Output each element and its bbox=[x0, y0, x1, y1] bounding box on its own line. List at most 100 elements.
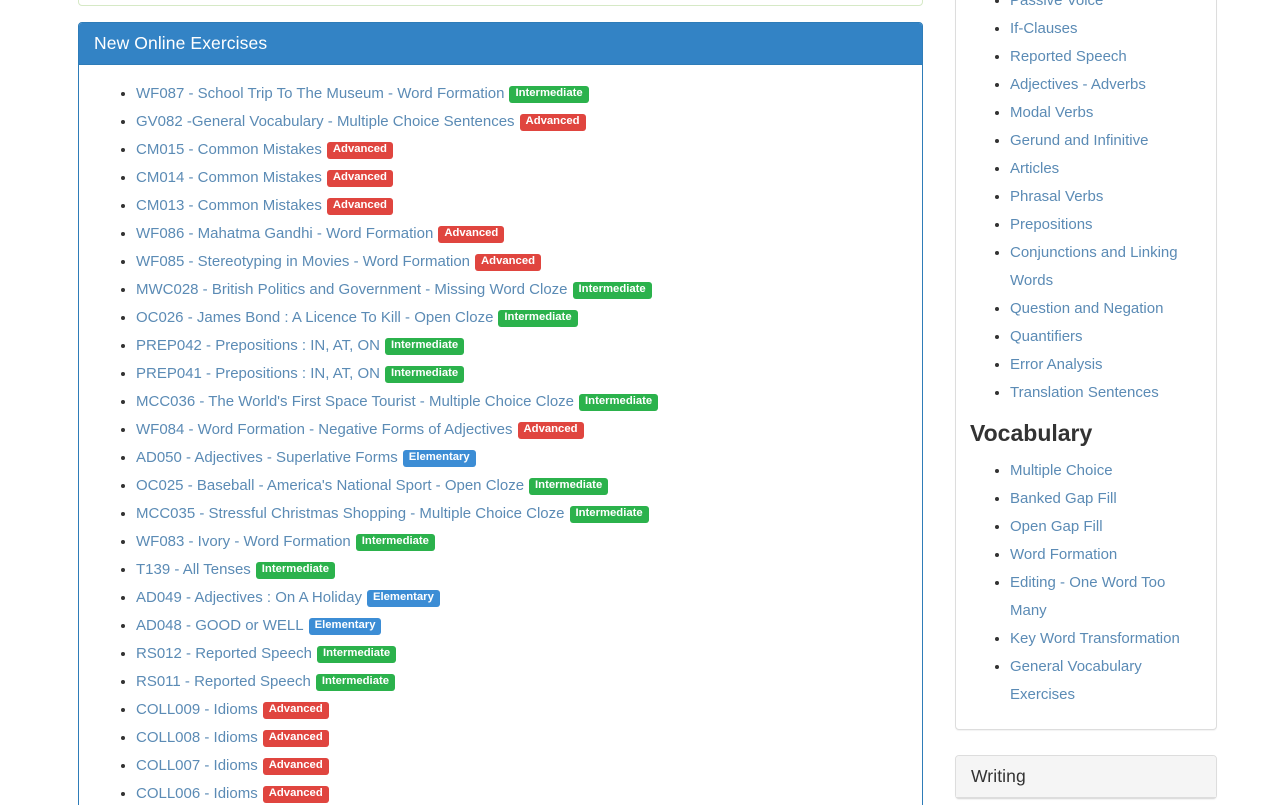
level-badge: Elementary bbox=[309, 618, 382, 634]
sidebar-item-phrasal-verbs[interactable]: Phrasal Verbs bbox=[1010, 188, 1103, 205]
exercise-link[interactable]: AD049 - Adjectives : On A Holiday bbox=[136, 589, 362, 606]
sidebar-item-error-analysis[interactable]: Error Analysis bbox=[1010, 356, 1103, 373]
sidebar-list-item: Conjunctions and Linking Words bbox=[1010, 239, 1202, 295]
exercise-link[interactable]: MCC036 - The World's First Space Tourist… bbox=[136, 393, 574, 410]
main-content-column: New Online Exercises WF087 - School Trip… bbox=[78, 22, 923, 805]
sidebar-item-key-word-transformation[interactable]: Key Word Transformation bbox=[1010, 630, 1180, 647]
exercise-list-item: CM013 - Common MistakesAdvanced bbox=[136, 192, 907, 220]
sidebar-item-gerund-and-infinitive[interactable]: Gerund and Infinitive bbox=[1010, 132, 1148, 149]
exercise-link[interactable]: WF084 - Word Formation - Negative Forms … bbox=[136, 421, 513, 438]
sidebar-list-item: General Vocabulary Exercises bbox=[1010, 653, 1202, 709]
level-badge: Advanced bbox=[263, 786, 329, 802]
exercise-list-item: COLL009 - Idioms Advanced bbox=[136, 696, 907, 724]
level-badge: Intermediate bbox=[573, 282, 652, 298]
level-badge: Advanced bbox=[263, 702, 329, 718]
exercise-link[interactable]: AD048 - GOOD or WELL bbox=[136, 617, 304, 634]
exercise-link[interactable]: MCC035 - Stressful Christmas Shopping - … bbox=[136, 505, 565, 522]
sidebar-item-quantifiers[interactable]: Quantifiers bbox=[1010, 328, 1083, 345]
exercise-link[interactable]: CM015 - Common Mistakes bbox=[136, 141, 322, 158]
exercise-list-item: AD049 - Adjectives : On A Holiday Element… bbox=[136, 584, 907, 612]
exercise-link[interactable]: COLL008 - Idioms bbox=[136, 729, 258, 746]
sidebar-body: Grammar TensesPassive VoiceIf-ClausesRep… bbox=[956, 0, 1216, 729]
exercise-list-item: AD048 - GOOD or WELL Elementary bbox=[136, 612, 907, 640]
sidebar-list-item: Phrasal Verbs bbox=[1010, 183, 1202, 211]
sidebar-item-passive-voice[interactable]: Passive Voice bbox=[1010, 0, 1103, 9]
exercise-list-item: RS012 - Reported Speech Intermediate bbox=[136, 640, 907, 668]
exercise-link[interactable]: MWC028 - British Politics and Government… bbox=[136, 281, 568, 298]
sidebar-item-conjunctions-and-linking-words[interactable]: Conjunctions and Linking Words bbox=[1010, 244, 1178, 289]
level-badge: Intermediate bbox=[498, 310, 577, 326]
exercise-link[interactable]: WF087 - School Trip To The Museum - Word… bbox=[136, 85, 504, 102]
level-badge: Advanced bbox=[327, 142, 393, 158]
exercise-link[interactable]: COLL009 - Idioms bbox=[136, 701, 258, 718]
new-online-exercises-panel: New Online Exercises WF087 - School Trip… bbox=[78, 22, 923, 805]
level-badge: Elementary bbox=[403, 450, 476, 466]
sidebar-list-grammar: TensesPassive VoiceIf-ClausesReported Sp… bbox=[970, 0, 1202, 407]
exercise-link[interactable]: RS011 - Reported Speech bbox=[136, 673, 311, 690]
exercise-link[interactable]: WF083 - Ivory - Word Formation bbox=[136, 533, 351, 550]
level-badge: Advanced bbox=[327, 170, 393, 186]
exercise-link[interactable]: CM014 - Common Mistakes bbox=[136, 169, 322, 186]
sidebar-list-item: Passive Voice bbox=[1010, 0, 1202, 15]
exercise-link[interactable]: OC026 - James Bond : A Licence To Kill -… bbox=[136, 309, 493, 326]
sidebar-item-prepositions[interactable]: Prepositions bbox=[1010, 216, 1093, 233]
exercise-link[interactable]: WF085 - Stereotyping in Movies - Word Fo… bbox=[136, 253, 470, 270]
exercise-list-item: COLL007 - Idioms Advanced bbox=[136, 752, 907, 780]
exercise-link[interactable]: GV082 -General Vocabulary - Multiple Cho… bbox=[136, 113, 515, 130]
exercise-list-item: MWC028 - British Politics and Government… bbox=[136, 276, 907, 304]
exercise-link[interactable]: CM013 - Common Mistakes bbox=[136, 197, 322, 214]
sidebar-item-general-vocabulary-exercises[interactable]: General Vocabulary Exercises bbox=[1010, 658, 1142, 703]
sidebar-item-if-clauses[interactable]: If-Clauses bbox=[1010, 20, 1078, 37]
sidebar-list-item: Reported Speech bbox=[1010, 43, 1202, 71]
exercise-link[interactable]: PREP041 - Prepositions : IN, AT, ON bbox=[136, 365, 380, 382]
exercise-list-item: CM015 - Common Mistakes Advanced bbox=[136, 136, 907, 164]
sidebar-list-item: Articles bbox=[1010, 155, 1202, 183]
exercise-link[interactable]: T139 - All Tenses bbox=[136, 561, 251, 578]
exercise-link[interactable]: PREP042 - Prepositions : IN, AT, ON bbox=[136, 337, 380, 354]
exercise-list-item: AD050 - Adjectives - Superlative Forms El… bbox=[136, 444, 907, 472]
sidebar-writing-panel: Writing bbox=[955, 755, 1217, 799]
exercise-link[interactable]: COLL007 - Idioms bbox=[136, 757, 258, 774]
sidebar-item-banked-gap-fill[interactable]: Banked Gap Fill bbox=[1010, 490, 1117, 507]
sidebar-item-reported-speech[interactable]: Reported Speech bbox=[1010, 48, 1127, 65]
level-badge: Elementary bbox=[367, 590, 440, 606]
sidebar-heading-vocabulary: Vocabulary bbox=[970, 421, 1202, 446]
sidebar-list-vocabulary: Multiple Choice Banked Gap Fill Open Gap F… bbox=[970, 457, 1202, 709]
sidebar-item-question-and-negation[interactable]: Question and Negation bbox=[1010, 300, 1163, 317]
level-badge: Advanced bbox=[263, 758, 329, 774]
sidebar-item-word-formation[interactable]: Word Formation bbox=[1010, 546, 1117, 563]
level-badge: Intermediate bbox=[570, 506, 649, 522]
level-badge: Intermediate bbox=[317, 646, 396, 662]
exercise-link[interactable]: COLL006 - Idioms bbox=[136, 785, 258, 802]
exercise-list-item: WF087 - School Trip To The Museum - Word… bbox=[136, 80, 907, 108]
exercise-link[interactable]: AD050 - Adjectives - Superlative Forms bbox=[136, 449, 398, 466]
sidebar-item-modal-verbs[interactable]: Modal Verbs bbox=[1010, 104, 1093, 121]
level-badge: Intermediate bbox=[316, 674, 395, 690]
level-badge: Advanced bbox=[518, 422, 584, 438]
level-badge: Intermediate bbox=[385, 338, 464, 354]
sidebar-item-open-gap-fill[interactable]: Open Gap Fill bbox=[1010, 518, 1103, 535]
exercise-list-item: WF085 - Stereotyping in Movies - Word Fo… bbox=[136, 248, 907, 276]
sidebar-list-item: Question and Negation bbox=[1010, 295, 1202, 323]
exercise-list-item: COLL006 - Idioms Advanced bbox=[136, 780, 907, 805]
level-badge: Intermediate bbox=[509, 86, 588, 102]
sidebar-item-editing-one-word-too-many[interactable]: Editing - One Word Too Many bbox=[1010, 574, 1165, 619]
exercise-list-item: OC025 - Baseball - America's National Sp… bbox=[136, 472, 907, 500]
sidebar-column: Grammar TensesPassive VoiceIf-ClausesRep… bbox=[955, 0, 1217, 799]
exercise-list-item: MCC035 - Stressful Christmas Shopping - … bbox=[136, 500, 907, 528]
page-root: New Online Exercises WF087 - School Trip… bbox=[0, 0, 1268, 805]
sidebar-item-adjectives-adverbs[interactable]: Adjectives - Adverbs bbox=[1010, 76, 1146, 93]
exercise-link[interactable]: RS012 - Reported Speech bbox=[136, 645, 312, 662]
sidebar-list-item: Multiple Choice bbox=[1010, 457, 1202, 485]
exercise-link[interactable]: OC025 - Baseball - America's National Sp… bbox=[136, 477, 524, 494]
sidebar-list-item: Word Formation bbox=[1010, 541, 1202, 569]
exercise-list-item: GV082 -General Vocabulary - Multiple Cho… bbox=[136, 108, 907, 136]
sidebar-item-translation-sentences[interactable]: Translation Sentences bbox=[1010, 384, 1159, 401]
exercise-link[interactable]: WF086 - Mahatma Gandhi - Word Formation bbox=[136, 225, 433, 242]
sidebar-list-item: Banked Gap Fill bbox=[1010, 485, 1202, 513]
level-badge: Advanced bbox=[475, 254, 541, 270]
sidebar-item-multiple-choice[interactable]: Multiple Choice bbox=[1010, 462, 1113, 479]
sidebar-item-articles[interactable]: Articles bbox=[1010, 160, 1059, 177]
panel-header: New Online Exercises bbox=[79, 23, 922, 65]
exercise-list-item: WF083 - Ivory - Word FormationIntermedia… bbox=[136, 528, 907, 556]
